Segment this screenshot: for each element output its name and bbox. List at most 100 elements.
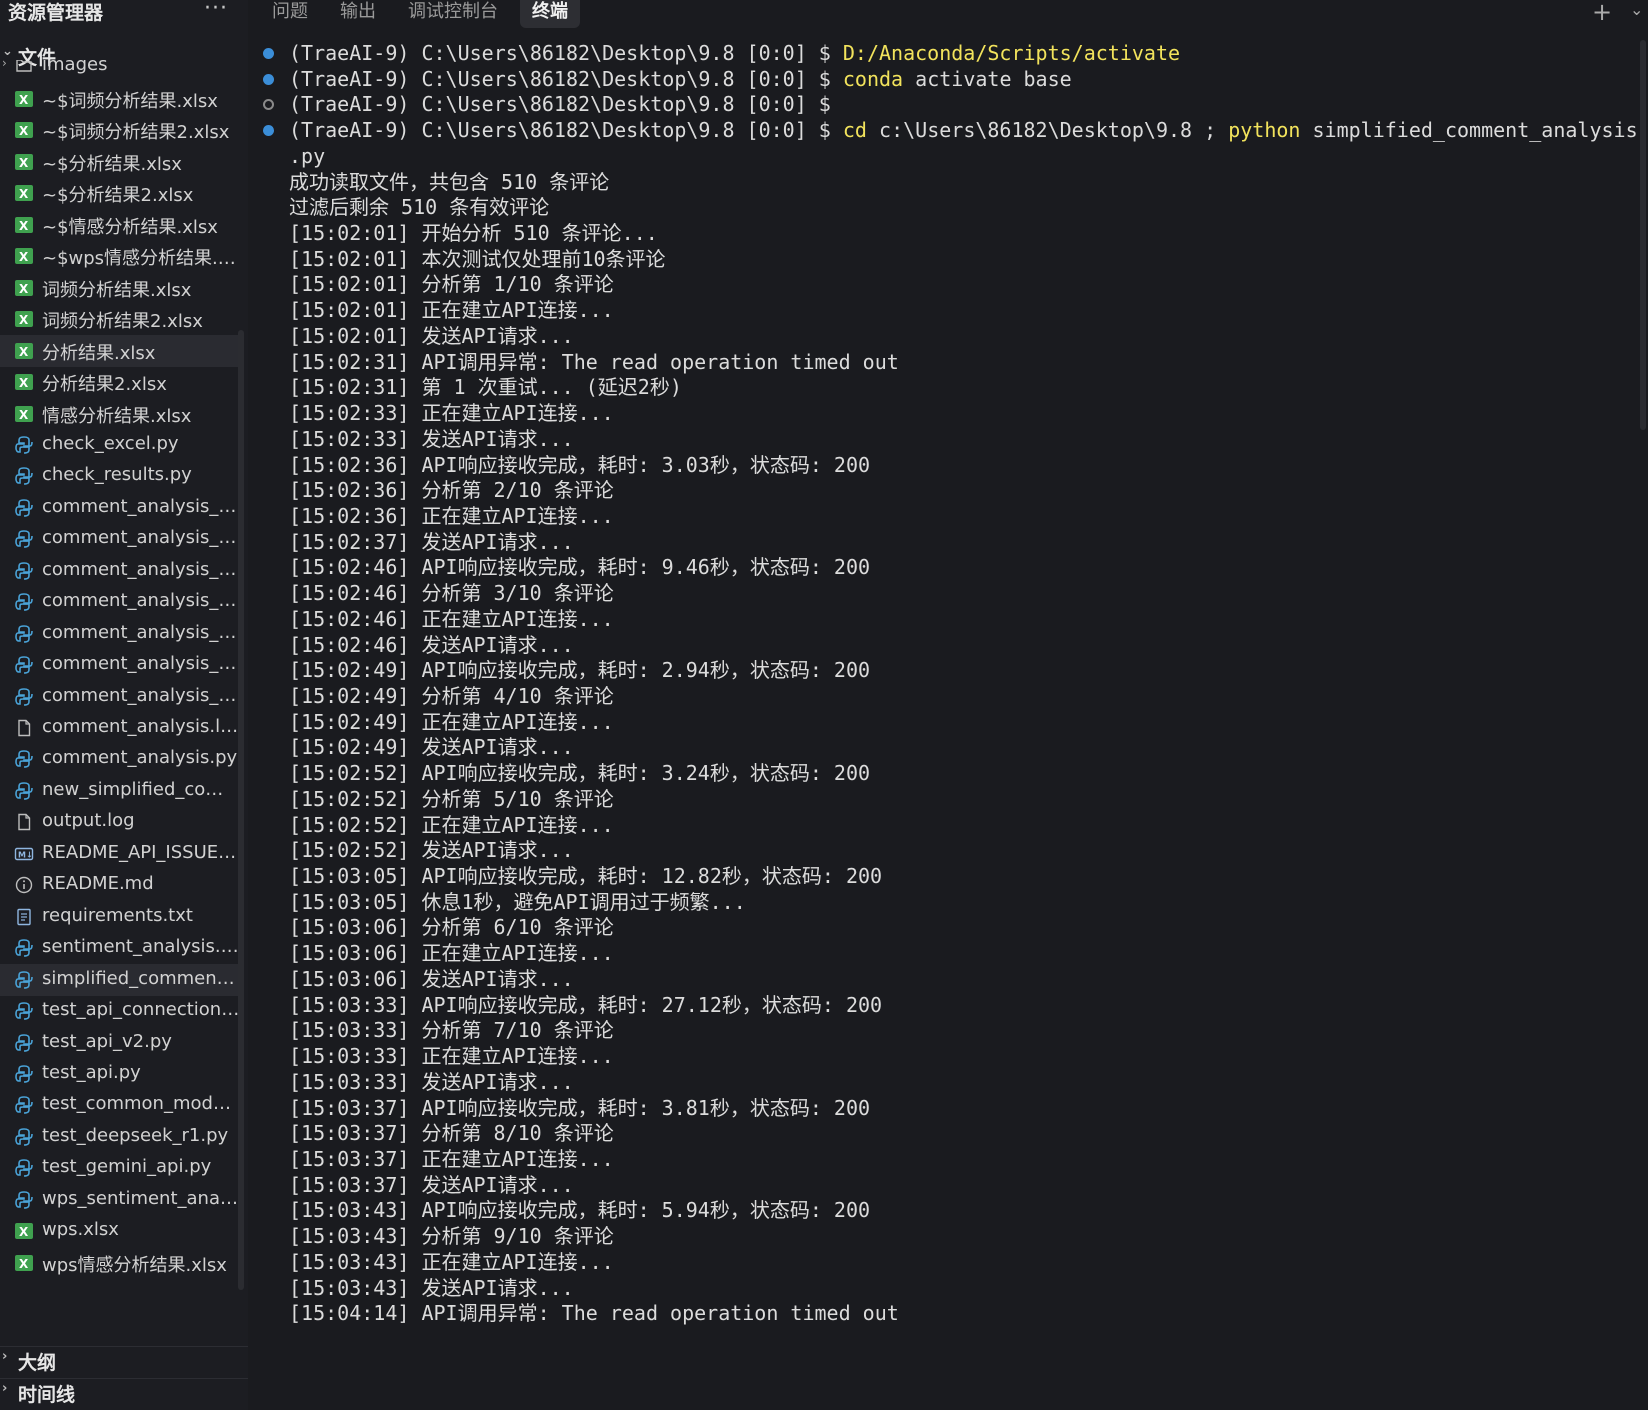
excel-icon: X [14, 215, 34, 235]
file-row[interactable]: X ~$情感分析结果.xlsx [0, 209, 240, 241]
file-name: sentiment_analysis.py [42, 936, 240, 958]
terminal-output-line: [15:03:06] 分析第 6/10 条评论 [289, 915, 614, 940]
python-icon [14, 435, 34, 455]
file-name: 词频分析结果.xlsx [42, 279, 192, 301]
excel-icon: X [14, 1221, 34, 1241]
python-icon [14, 749, 34, 769]
terminal-output-line: [15:02:49] 正在建立API连接... [289, 709, 614, 734]
file-name: comment_analysis_r1... [42, 558, 240, 580]
terminal-output-line: [15:02:33] 发送API请求... [289, 426, 574, 451]
command-status-dot[interactable] [263, 125, 274, 137]
file-row[interactable]: simplified_comment_... [0, 963, 240, 996]
file-row[interactable]: X ~$wps情感分析结果.x... [0, 240, 240, 272]
file-row[interactable]: comment_analysis_r1... [0, 492, 240, 524]
tab-terminal[interactable]: 终端 [520, 0, 580, 28]
sidebar-scrollbar[interactable] [238, 330, 244, 1290]
file-row[interactable]: X ~$词频分析结果.xlsx [0, 83, 240, 115]
file-row[interactable]: sentiment_analysis.py [0, 932, 240, 964]
chevron-right-icon: › [2, 60, 7, 70]
command-status-dot-empty[interactable] [263, 99, 274, 111]
timeline-section-header[interactable]: › 时间线 [0, 1378, 248, 1409]
file-row[interactable]: X 分析结果.xlsx [0, 334, 240, 367]
file-name: output.log [42, 810, 135, 832]
svg-text:X: X [19, 156, 29, 170]
file-row[interactable]: test_api_connection.py [0, 995, 240, 1027]
more-actions-icon[interactable]: ··· [204, 0, 228, 21]
file-row[interactable]: comment_analysis.log [0, 712, 240, 744]
terminal-output-line: [15:03:37] 正在建立API连接... [289, 1146, 614, 1171]
command-args: simplified_comment_analysis [1300, 118, 1638, 143]
file-name: test_api_connection.py [42, 999, 240, 1021]
python-icon [14, 1095, 34, 1115]
file-row[interactable]: comment_analysis_v2.... [0, 649, 240, 681]
excel-icon: X [14, 89, 34, 109]
tab-debug-console[interactable]: 调试控制台 [396, 0, 510, 28]
file-row[interactable]: comment_analysis_r1... [0, 523, 240, 555]
file-row[interactable]: test_api.py [0, 1058, 240, 1090]
terminal-output-line: [15:03:06] 发送API请求... [289, 966, 574, 991]
file-row[interactable]: test_deepseek_r1.py [0, 1121, 240, 1153]
file-name: 词频分析结果2.xlsx [42, 311, 203, 333]
file-row[interactable]: new_simplified_comm... [0, 775, 240, 807]
new-terminal-icon[interactable]: + [1592, 0, 1612, 26]
file-name: 情感分析结果.xlsx [42, 405, 192, 427]
terminal-output-line: [15:02:46] 分析第 3/10 条评论 [289, 581, 614, 606]
python-icon [14, 592, 34, 612]
file-name: test_api.py [42, 1061, 141, 1083]
terminal-output-line: [15:03:43] 分析第 9/10 条评论 [289, 1224, 614, 1249]
file-row[interactable]: M↓ README_API_ISSUE.md [0, 838, 240, 870]
svg-text:X: X [19, 93, 29, 107]
file-row[interactable]: test_gemini_api.py [0, 1152, 240, 1184]
command-args: activate base [903, 66, 1072, 91]
file-name: requirements.txt [42, 904, 193, 926]
file-row[interactable]: comment_analysis_wi... [0, 681, 240, 713]
terminal-output-line: [15:02:36] 正在建立API连接... [289, 503, 614, 528]
file-row[interactable]: comment_analysis_r1... [0, 555, 240, 587]
file-row[interactable]: README.md [0, 869, 240, 901]
file-name: wps.xlsx [42, 1219, 119, 1241]
file-row[interactable]: requirements.txt [0, 901, 240, 933]
python-icon [14, 529, 34, 549]
file-row[interactable]: X ~$分析结果.xlsx [0, 146, 240, 178]
file-row[interactable]: X 词频分析结果.xlsx [0, 272, 240, 304]
terminal-prompt-line: (TraeAI-9) C:\Users\86182\Desktop\9.8 [0… [289, 66, 1072, 92]
prompt-text: (TraeAI-9) C:\Users\86182\Desktop\9.8 [0… [289, 92, 843, 117]
tab-output[interactable]: 输出 [328, 0, 388, 28]
file-row[interactable]: wps_sentiment_analys... [0, 1184, 240, 1216]
file-row[interactable]: X 情感分析结果.xlsx [0, 398, 240, 430]
file-row[interactable]: Xwps情感分析结果.xlsx [0, 1247, 240, 1279]
chevron-down-icon[interactable]: ⌄ [1630, 0, 1643, 19]
file-row[interactable]: X 词频分析结果2.xlsx [0, 303, 240, 335]
file-row[interactable]: X 分析结果2.xlsx [0, 366, 240, 398]
outline-section-header[interactable]: › 大纲 [0, 1346, 248, 1377]
file-name: new_simplified_comm... [42, 778, 240, 800]
bottom-panel: 问题 输出 调试控制台 终端 + ⌄ (TraeAI-9) C:\Users\8… [252, 0, 1648, 1410]
file-row[interactable]: X ~$分析结果2.xlsx [0, 177, 240, 209]
file-row[interactable]: check_results.py [0, 460, 240, 492]
terminal-scrollbar[interactable] [1640, 40, 1646, 430]
command-status-dot[interactable] [263, 48, 274, 59]
terminal-output-line: [15:02:52] 正在建立API连接... [289, 812, 614, 837]
file-name: README.md [42, 873, 154, 895]
command-keyword: D:/Anaconda/Scripts/activate [842, 41, 1181, 65]
file-row[interactable]: comment_analysis_r1.... [0, 618, 240, 650]
python-icon [14, 781, 34, 801]
file-row[interactable]: comment_analysis_r1... [0, 586, 240, 618]
file-row[interactable]: X ~$词频分析结果2.xlsx [0, 114, 240, 146]
command-status-dot[interactable] [263, 73, 274, 85]
terminal-output-line: [15:03:05] 休息1秒，避免API调用过于频繁... [289, 889, 746, 914]
terminal-output-line: [15:03:43] API响应接收完成，耗时: 5.94秒，状态码: 200 [289, 1198, 871, 1223]
file-row[interactable]: Xwps.xlsx [0, 1215, 240, 1247]
terminal-output-line: [15:02:52] API响应接收完成，耗时: 3.24秒，状态码: 200 [289, 761, 871, 786]
file-row[interactable]: check_excel.py [0, 429, 240, 461]
python-icon [14, 1190, 34, 1210]
folder-row[interactable]: › images [0, 60, 240, 82]
file-name: wps情感分析结果.xlsx [42, 1254, 227, 1276]
file-row[interactable]: comment_analysis.py [0, 743, 240, 775]
file-row[interactable]: test_common_models.... [0, 1089, 240, 1121]
terminal-output[interactable]: (TraeAI-9) C:\Users\86182\Desktop\9.8 [0… [252, 40, 1642, 1410]
file-row[interactable]: test_api_v2.py [0, 1027, 240, 1059]
file-row[interactable]: output.log [0, 806, 240, 838]
tab-problems[interactable]: 问题 [260, 0, 320, 28]
svg-text:X: X [19, 219, 29, 233]
